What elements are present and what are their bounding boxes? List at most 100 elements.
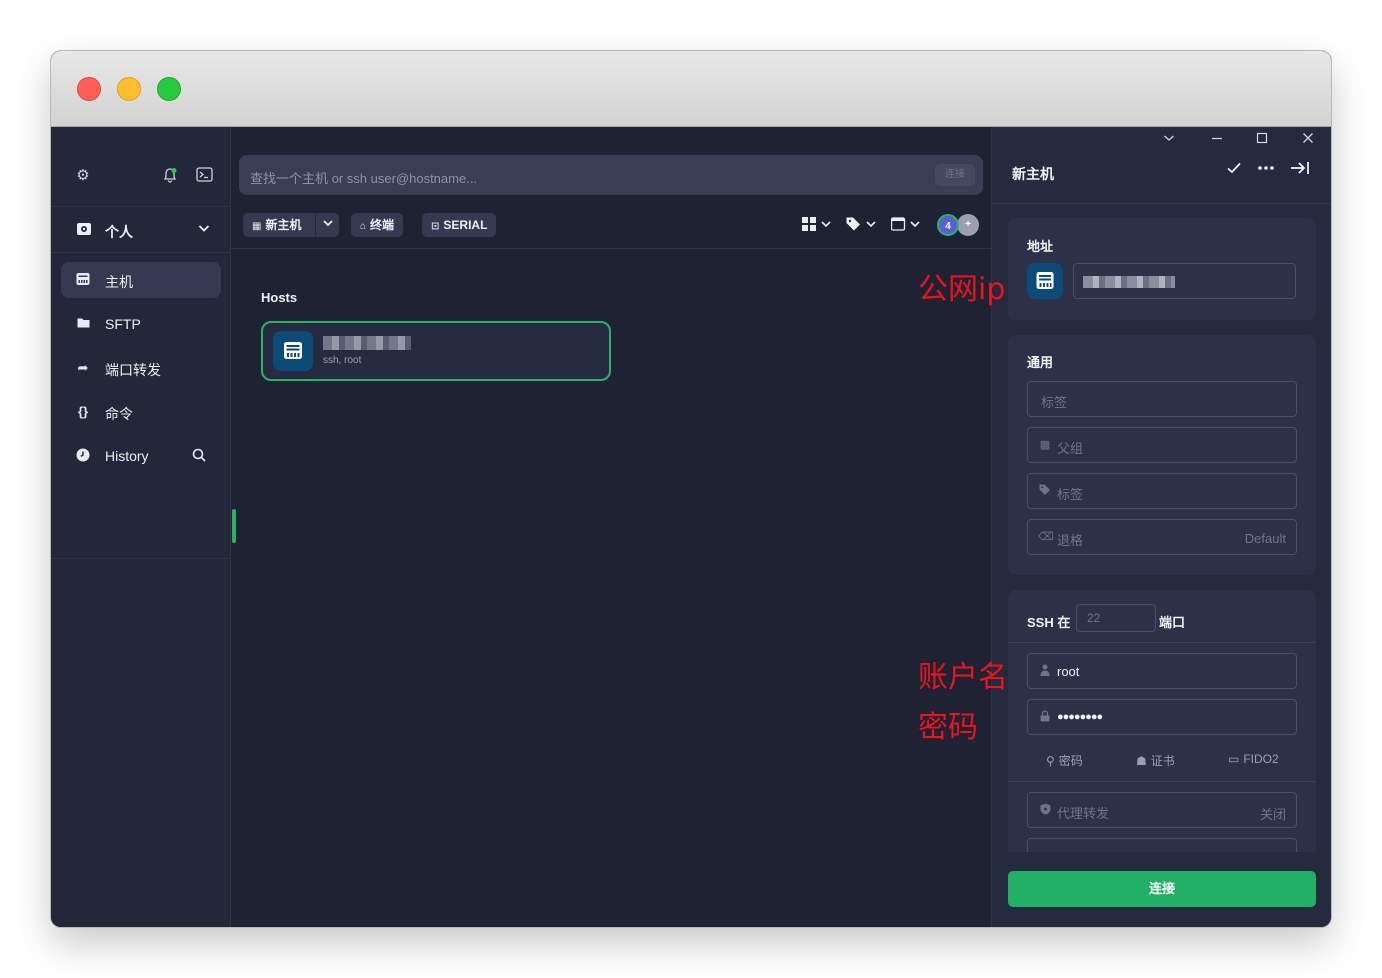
tags-input[interactable]: 标签 <box>1027 473 1297 509</box>
group-icon: ▩ <box>1039 439 1051 451</box>
tag-icon <box>1038 484 1052 498</box>
panel-header-divider <box>992 203 1331 204</box>
ssh-port-input[interactable]: 22 <box>1076 604 1156 632</box>
general-title: 通用 <box>1027 355 1054 370</box>
host-card[interactable]: ssh, root <box>261 321 611 381</box>
new-host-split-button: ▦ 新主机 <box>243 213 339 237</box>
serial-label: SERIAL <box>443 218 488 232</box>
server-icon <box>1027 263 1063 299</box>
address-title: 地址 <box>1027 239 1054 254</box>
minimize-window-button[interactable] <box>117 77 141 101</box>
collapse-panel-icon[interactable] <box>1290 160 1310 180</box>
agent-forwarding-label: 代理转发 <box>1057 806 1110 821</box>
close-icon[interactable] <box>1302 131 1314 147</box>
terminal-icon: ⌂ <box>360 221 367 232</box>
label-input[interactable]: 标签 <box>1027 381 1297 417</box>
user-icon <box>1038 664 1052 678</box>
settings-gear-icon[interactable]: ⚙ <box>74 167 92 185</box>
backspace-icon: ⌫ <box>1038 531 1054 543</box>
terminal-label: 终端 <box>370 218 395 232</box>
clock-icon <box>75 448 91 464</box>
ssh-title-suffix: 端口 <box>1159 615 1186 630</box>
next-field-cutoff[interactable] <box>1027 838 1297 852</box>
host-subtitle: ssh, root <box>323 355 362 366</box>
auth-tab-certificate[interactable]: ☗ 证书 <box>1136 752 1175 769</box>
braces-icon: {} <box>77 404 89 419</box>
sidebar-item-sftp[interactable]: SFTP <box>61 306 221 342</box>
sidebar: ⚙ 个人 主机 SFTP ➦ 端口转发 {} 命令 History <box>51 127 231 927</box>
title-bar <box>51 51 1331 127</box>
password-value: ●●●●●●●● <box>1057 711 1103 723</box>
zoom-window-button[interactable] <box>157 77 181 101</box>
server-icon: ▦ <box>252 221 262 232</box>
general-section: 通用 标签 ▩ 父组 标签 ⌫ 退格 Default <box>1008 335 1316 575</box>
folder-icon <box>75 316 91 332</box>
more-options-icon[interactable] <box>1257 160 1275 180</box>
backspace-select[interactable]: ⌫ 退格 Default <box>1027 519 1297 555</box>
backspace-value: Default <box>1244 531 1286 546</box>
shield-icon <box>1038 803 1052 817</box>
username-value: root <box>1057 664 1080 679</box>
sidebar-top-bar: ⚙ <box>51 127 231 207</box>
vault-selector[interactable]: 个人 <box>51 207 231 253</box>
auth-tab-password[interactable]: ⚲ 密码 <box>1046 752 1083 769</box>
hosts-section-title: Hosts <box>261 290 298 305</box>
auth-tab-label: 密码 <box>1058 754 1083 768</box>
host-search-input[interactable]: 查找一个主机 or ssh user@hostname... 连接 <box>239 155 983 195</box>
sort-calendar-icon[interactable] <box>890 217 923 234</box>
server-icon <box>273 331 313 371</box>
serial-port-icon: ⊡ <box>431 221 440 232</box>
auth-divider <box>1008 781 1316 782</box>
ssh-section: SSH 在 22 端口 root ●●●●●●●● ⚲ 密码 ☗ 证书 ▭ FIDO2 <box>1008 590 1316 852</box>
panel-title: 新主机 <box>1012 166 1054 182</box>
close-window-button[interactable] <box>77 77 101 101</box>
app-window: ⚙ 个人 主机 SFTP ➦ 端口转发 {} 命令 History 查找一个主机… <box>51 51 1331 927</box>
terminal-button[interactable]: ⌂ 终端 <box>351 213 404 237</box>
connect-button[interactable]: 连接 <box>1008 871 1316 907</box>
tags-placeholder: 标签 <box>1057 487 1084 502</box>
port-placeholder: 22 <box>1087 611 1101 625</box>
chevron-down-icon[interactable] <box>1163 131 1175 147</box>
checkmark-icon[interactable] <box>1226 160 1242 180</box>
address-input[interactable] <box>1073 263 1296 299</box>
notification-bell-icon[interactable] <box>161 167 179 185</box>
backspace-label: 退格 <box>1057 533 1084 548</box>
split-divider <box>315 213 316 237</box>
sidebar-item-snippets[interactable]: {} 命令 <box>61 394 221 430</box>
sidebar-item-history[interactable]: History <box>61 438 221 474</box>
search-connect-button[interactable]: 连接 <box>935 164 975 186</box>
annotation-account: 账户名 <box>918 660 1008 695</box>
port-forward-icon: ➦ <box>77 360 89 375</box>
grid-view-icon[interactable] <box>802 217 832 234</box>
add-member-avatar[interactable]: + <box>957 214 979 236</box>
annotation-public-ip: 公网ip <box>918 272 1006 307</box>
new-host-dropdown[interactable] <box>322 213 334 237</box>
hosts-toolbar: ▦ 新主机 ⌂ 终端 ⊡ SERIAL + 4 <box>231 207 991 249</box>
maximize-icon[interactable] <box>1256 131 1268 147</box>
new-host-panel: 新主机 地址 通用 标签 ▩ 父组 标签 ⌫ 退格 Default SSH 在 … <box>991 127 1331 927</box>
password-input[interactable]: ●●●●●●●● <box>1027 699 1297 735</box>
serial-button[interactable]: ⊡ SERIAL <box>422 213 497 237</box>
parent-group-input[interactable]: ▩ 父组 <box>1027 427 1297 463</box>
auth-tab-fido2[interactable]: ▭ FIDO2 <box>1228 752 1279 766</box>
agent-forwarding-value: 关闭 <box>1259 807 1286 822</box>
tag-filter-icon[interactable] <box>846 217 878 234</box>
scroll-indicator <box>232 509 236 543</box>
auth-tab-label: 证书 <box>1150 754 1175 768</box>
minimize-icon[interactable] <box>1211 131 1223 147</box>
username-input[interactable]: root <box>1027 653 1297 689</box>
lock-icon <box>1038 710 1052 724</box>
search-icon[interactable] <box>191 448 207 464</box>
local-terminal-icon[interactable] <box>195 167 213 185</box>
sidebar-item-hosts[interactable]: 主机 <box>61 262 221 298</box>
agent-forwarding-toggle[interactable]: 代理转发 关闭 <box>1027 792 1297 828</box>
team-avatar[interactable]: 4 <box>937 214 959 236</box>
new-host-button[interactable]: ▦ 新主机 <box>252 213 301 239</box>
sidebar-item-label: 端口转发 <box>105 362 161 378</box>
sidebar-item-port-forwarding[interactable]: ➦ 端口转发 <box>61 350 221 386</box>
server-icon <box>75 272 91 288</box>
main-area: 查找一个主机 or ssh user@hostname... 连接 ▦ 新主机 ⌂… <box>231 127 991 927</box>
label-placeholder: 标签 <box>1041 395 1068 410</box>
vault-icon <box>75 221 93 239</box>
sidebar-item-label: SFTP <box>105 316 141 332</box>
